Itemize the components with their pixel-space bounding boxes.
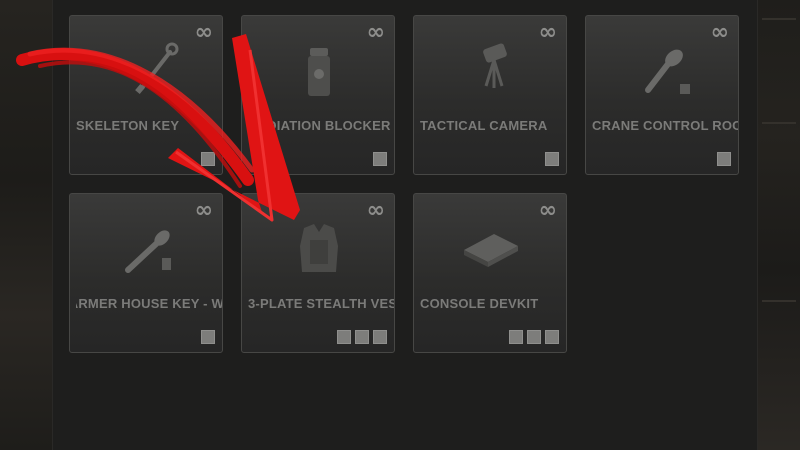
background-left (0, 0, 52, 450)
slot-indicator (717, 152, 731, 166)
slot-indicator (201, 152, 215, 166)
item-name: CONSOLE DEVKIT (420, 296, 539, 311)
console-devkit-icon (464, 234, 518, 267)
inventory-item-skeleton-key[interactable]: ∞ SKELETON KEY (69, 15, 223, 175)
inventory-item-3-plate-stealth-vest[interactable]: ∞ 3-PLATE STEALTH VEST (241, 193, 395, 353)
inventory-item-tactical-camera[interactable]: ∞ TACTICAL CAMERA (413, 15, 567, 175)
slot-indicator (545, 152, 559, 166)
item-name: FARMER HOUSE KEY - W (76, 296, 223, 311)
slot-indicator (201, 330, 215, 344)
inventory-item-farmer-house-key[interactable]: ∞ FARMER HOUSE KEY - W (69, 193, 223, 353)
item-name: RADIATION BLOCKER (248, 118, 391, 133)
inventory-item-crane-control-room-key[interactable]: ∞ CRANE CONTROL ROOM KEY (585, 15, 739, 175)
inventory-item-console-devkit[interactable]: ∞ CONSOLE DEVKIT (413, 193, 567, 353)
key-icon (645, 49, 690, 94)
item-name: TACTICAL CAMERA (420, 118, 548, 133)
item-name: CRANE CONTROL ROOM KEY (592, 118, 738, 133)
background-right (756, 0, 800, 450)
stealth-vest-icon (300, 224, 338, 272)
tactical-camera-icon (483, 43, 507, 88)
slot-indicator (373, 152, 387, 166)
key-icon (125, 230, 171, 273)
radiation-blocker-icon (308, 48, 330, 96)
skeleton-key-icon (135, 42, 179, 94)
slot-indicator (509, 330, 559, 344)
inventory-item-radiation-blocker[interactable]: ∞ RADIATION BLOCKER (241, 15, 395, 175)
item-name: SKELETON KEY (76, 118, 180, 133)
slot-indicator (337, 330, 387, 344)
item-name: 3-PLATE STEALTH VEST (248, 296, 395, 311)
